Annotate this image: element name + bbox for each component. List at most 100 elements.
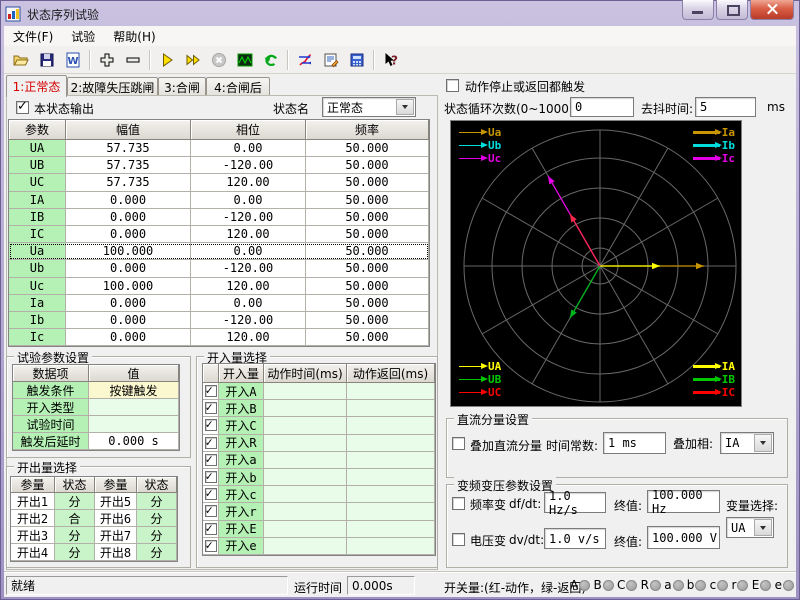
- loop-count-input[interactable]: 0: [570, 97, 634, 117]
- input-row: 开入B: [203, 400, 435, 417]
- menu-test[interactable]: 试验: [62, 26, 104, 46]
- help-button[interactable]: ?: [378, 48, 404, 72]
- indicator: c: [710, 578, 729, 592]
- legend-current-secondary: Ia Ib Ic: [693, 127, 735, 164]
- freq-ramp-checkbox[interactable]: [452, 497, 465, 510]
- input-row: 开入R: [203, 435, 435, 452]
- volt-ramp-checkbox[interactable]: [452, 533, 465, 546]
- close-button[interactable]: [750, 0, 794, 20]
- menu-bar: 文件(F) 试验 帮助(H): [4, 26, 796, 47]
- indicator-dot: [717, 580, 728, 591]
- play-icon: [159, 52, 175, 68]
- table-row: Ub0.000-120.0050.000: [9, 260, 429, 277]
- phasor-tool-button[interactable]: [292, 48, 318, 72]
- menu-file[interactable]: 文件(F): [4, 26, 62, 46]
- run-continuous-button[interactable]: [180, 48, 206, 72]
- table-row: 开出1分开出5分: [11, 493, 177, 510]
- dfdt-label: df/dt:: [509, 497, 541, 511]
- parameter-table: 参数 幅值 相位 频率 UA57.7350.0050.000 UB57.735-…: [8, 119, 430, 347]
- input-select-table: 开入量 动作时间(ms) 动作返回(ms) 开入A 开入B 开入C 开入R 开入…: [202, 363, 436, 556]
- runtime-label: 运行时间: [294, 579, 342, 596]
- debounce-input[interactable]: 5: [695, 97, 756, 117]
- state-output-label: 本状态输出: [34, 100, 94, 117]
- state-name-value: 正常态: [327, 99, 363, 116]
- chevron-down-icon[interactable]: [754, 519, 772, 536]
- stop-button[interactable]: [206, 48, 232, 72]
- menu-help[interactable]: 帮助(H): [104, 26, 164, 46]
- action-trigger-checkbox[interactable]: [446, 79, 459, 92]
- table-row: 开出4分开出8分: [11, 544, 177, 561]
- table-row: 触发后延时0.000 s: [13, 433, 179, 450]
- tab-state-1[interactable]: 1:正常态: [6, 75, 67, 97]
- export-word-button[interactable]: W: [60, 48, 86, 72]
- state-name-label: 状态名: [273, 100, 309, 117]
- state-output-checkbox[interactable]: [16, 101, 29, 114]
- table-row: 试验时间: [13, 416, 179, 433]
- test-params-table: 数据项 值 触发条件按键触发 开入类型 试验时间 触发后延时0.000 s: [12, 364, 180, 451]
- minimize-icon: [692, 11, 703, 14]
- input-checkbox[interactable]: [205, 437, 217, 449]
- toolbar: W ?: [4, 46, 796, 74]
- table-row: UA57.7350.0050.000: [9, 140, 429, 157]
- input-checkbox[interactable]: [205, 402, 217, 414]
- svg-text:?: ?: [391, 53, 398, 67]
- svg-text:W: W: [67, 56, 78, 67]
- input-row: 开入r: [203, 503, 435, 520]
- dc-component-title: 直流分量设置: [454, 411, 532, 428]
- undo-icon: [263, 52, 279, 68]
- variable-select-combobox[interactable]: UA: [726, 517, 774, 538]
- input-checkbox[interactable]: [205, 454, 217, 466]
- open-button[interactable]: [8, 48, 34, 72]
- col-header-phase: 相位: [191, 120, 306, 140]
- undo-button[interactable]: [258, 48, 284, 72]
- report-button[interactable]: [318, 48, 344, 72]
- indicator-dot: [626, 580, 637, 591]
- chevron-down-icon[interactable]: [754, 434, 772, 452]
- switch-indicators: A B C R a b c r E e: [570, 576, 794, 594]
- dvdt-input[interactable]: 1.0 v/s: [544, 528, 606, 549]
- waveform-icon: [237, 52, 253, 68]
- freq-ramp-label: 频率变: [470, 496, 506, 513]
- input-checkbox[interactable]: [205, 488, 217, 500]
- action-trigger-label: 动作停止或返回都触发: [465, 78, 585, 95]
- col-header-param: 参数: [9, 120, 66, 140]
- input-checkbox[interactable]: [205, 523, 217, 535]
- freq-final-input[interactable]: 100.000 Hz: [647, 490, 720, 513]
- tab-state-2[interactable]: 2:故障失压跳闸: [67, 77, 158, 96]
- volt-final-input[interactable]: 100.000 V: [647, 526, 720, 549]
- calculator-icon: [349, 52, 365, 68]
- dfdt-input[interactable]: 1.0 Hz/s: [544, 492, 606, 513]
- indicator-dot: [695, 580, 706, 591]
- table-row: Ib0.000-120.0050.000: [9, 312, 429, 329]
- status-ready: 就绪: [6, 576, 288, 595]
- input-checkbox[interactable]: [205, 419, 217, 431]
- toolbar-separator: [89, 50, 91, 70]
- tab-state-3[interactable]: 3:合闸: [158, 77, 206, 96]
- save-icon: [39, 52, 55, 68]
- remove-state-button[interactable]: [120, 48, 146, 72]
- minimize-button[interactable]: [682, 0, 714, 20]
- waveform-button[interactable]: [232, 48, 258, 72]
- tab-state-4[interactable]: 4:合闸后: [206, 77, 270, 96]
- add-state-button[interactable]: [94, 48, 120, 72]
- maximize-button[interactable]: [716, 0, 748, 20]
- time-constant-input[interactable]: 1 ms: [603, 432, 666, 454]
- run-button[interactable]: [154, 48, 180, 72]
- overlay-phase-combobox[interactable]: IA: [720, 432, 774, 454]
- indicator-dot: [650, 580, 661, 591]
- dc-overlay-checkbox[interactable]: [452, 437, 465, 450]
- variable-select-label: 变量选择:: [726, 497, 778, 514]
- input-checkbox[interactable]: [205, 505, 217, 517]
- table-row: Ic0.000120.0050.000: [9, 329, 429, 346]
- input-checkbox[interactable]: [205, 385, 217, 397]
- window-controls: [680, 0, 794, 20]
- input-checkbox[interactable]: [205, 471, 217, 483]
- col-header-frequency: 频率: [306, 120, 429, 140]
- state-name-combobox[interactable]: 正常态: [322, 97, 416, 117]
- input-checkbox[interactable]: [205, 540, 217, 552]
- input-row: 开入a: [203, 452, 435, 469]
- chevron-down-icon[interactable]: [396, 99, 414, 115]
- calculator-button[interactable]: [344, 48, 370, 72]
- table-row: 开出3分开出7分: [11, 527, 177, 544]
- save-button[interactable]: [34, 48, 60, 72]
